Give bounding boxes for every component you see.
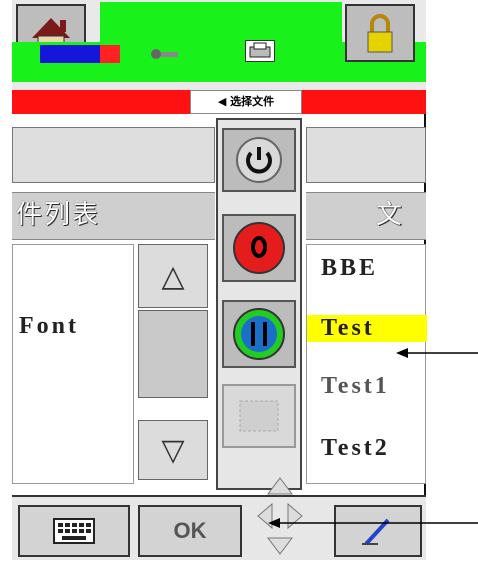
keyboard-button[interactable] — [18, 505, 130, 557]
list-item[interactable]: Test2 — [321, 435, 390, 462]
direction-arrows-icon — [257, 477, 303, 555]
ok-button[interactable]: OK — [138, 505, 242, 557]
right-list-header: 文 — [306, 192, 426, 240]
tab-title: 选择文件 — [230, 95, 275, 108]
device-icon — [239, 400, 279, 432]
left-top-panel — [12, 127, 215, 183]
triangle-up-icon: △ — [161, 258, 185, 294]
edit-button[interactable] — [334, 505, 422, 557]
callout-pointer — [396, 348, 478, 358]
list-item[interactable]: BBE — [321, 255, 378, 282]
left-list-header: 件列表 — [12, 192, 215, 240]
select-file-tab[interactable]: ◀ 选择文件 — [190, 90, 302, 114]
list-item-selected[interactable]: Test — [307, 315, 427, 342]
lock-icon — [367, 14, 393, 53]
list-item[interactable]: Test1 — [321, 373, 390, 400]
back-arrow-icon: ◀ — [217, 95, 227, 108]
red-indicator — [100, 45, 120, 63]
lock-button[interactable] — [345, 4, 415, 62]
printer-icon — [245, 40, 275, 62]
status-area — [100, 2, 342, 42]
list-item[interactable]: Font — [19, 313, 79, 340]
print-start-icon — [233, 308, 285, 360]
scroll-track[interactable] — [138, 310, 208, 398]
blue-indicator — [40, 45, 100, 63]
stop-button[interactable] — [222, 214, 296, 282]
scroll-down-button[interactable]: ▽ — [138, 420, 208, 480]
power-button[interactable] — [222, 128, 296, 192]
callout-pointer-bottom — [268, 518, 478, 528]
triangle-down-icon: ▽ — [161, 432, 185, 468]
stop-icon — [233, 222, 285, 274]
print-start-button[interactable] — [222, 300, 296, 368]
disabled-button[interactable] — [222, 384, 296, 448]
scroll-up-button[interactable]: △ — [138, 244, 208, 308]
right-file-list[interactable]: BBE Test Test1 Test2 — [306, 244, 427, 484]
navigate-arrows[interactable] — [252, 474, 308, 558]
keyboard-icon — [53, 518, 95, 544]
tool-icon — [150, 44, 180, 64]
left-file-list[interactable]: Font — [12, 244, 134, 484]
ok-label: OK — [173, 518, 207, 543]
power-icon — [236, 137, 282, 183]
right-top-panel — [306, 127, 426, 183]
